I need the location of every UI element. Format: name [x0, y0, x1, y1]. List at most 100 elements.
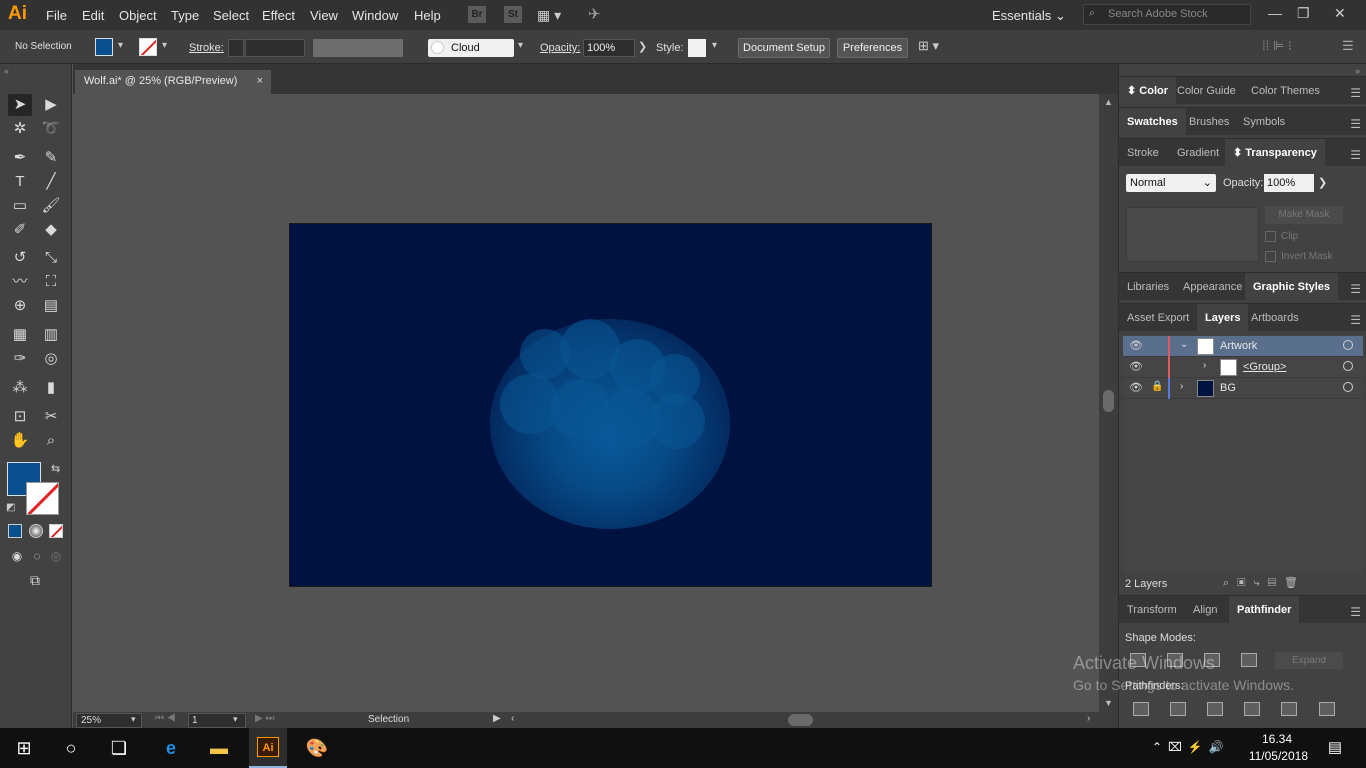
slice-tool-icon[interactable]: ✂ [39, 406, 63, 428]
task-view-icon[interactable]: ❏ [107, 736, 131, 760]
exclude-icon[interactable] [1241, 653, 1257, 667]
blend-mode-select[interactable]: Normal ⌄ [1126, 174, 1216, 192]
stroke-weight-field[interactable] [245, 39, 305, 57]
tab-swatches[interactable]: Swatches [1119, 108, 1186, 136]
chevron-down-icon[interactable]: ▾ [712, 40, 717, 51]
menu-select[interactable]: Select [213, 8, 249, 23]
free-transform-tool-icon[interactable]: ⛶ [39, 271, 63, 293]
menu-type[interactable]: Type [171, 8, 199, 23]
edge-browser-icon[interactable]: e [159, 736, 183, 760]
scroll-left-icon[interactable]: ‹ [511, 713, 514, 724]
panel-menu-icon[interactable]: ☰ [1350, 148, 1361, 162]
brush-definition[interactable]: Cloud [428, 39, 514, 57]
tab-gradient[interactable]: Gradient [1169, 139, 1227, 167]
stock-search-input[interactable]: Search Adobe Stock [1083, 4, 1251, 25]
curvature-tool-icon[interactable]: ✎ [39, 147, 63, 169]
default-colors-icon[interactable]: ◩ [6, 502, 15, 513]
chevron-right-icon[interactable]: › [1180, 381, 1183, 392]
document-setup-button[interactable]: Document Setup [738, 38, 830, 58]
opacity-field[interactable]: 100% [583, 39, 635, 57]
menu-object[interactable]: Object [119, 8, 157, 23]
minimize-icon[interactable]: — [1268, 5, 1282, 21]
transparency-opacity-field[interactable]: 100% [1264, 174, 1314, 192]
system-tray-icons[interactable]: ⌃⌧⚡🔊 [1152, 740, 1230, 754]
tab-asset-export[interactable]: Asset Export [1119, 304, 1197, 332]
status-menu-icon[interactable]: ▶ [493, 713, 501, 724]
align-icon[interactable]: ⁞⁞ ⊫ ⁝ [1262, 38, 1292, 54]
tab-graphic-styles[interactable]: Graphic Styles [1245, 273, 1339, 301]
chevron-down-icon[interactable]: ⌄ [1180, 339, 1188, 350]
windows-start-icon[interactable]: ⊞ [12, 736, 36, 760]
layer-name[interactable]: BG [1220, 382, 1236, 394]
scroll-down-icon[interactable]: ▼ [1104, 698, 1113, 708]
tab-align[interactable]: Align [1185, 596, 1225, 624]
selection-tool-icon[interactable]: ➤ [8, 94, 32, 116]
file-explorer-icon[interactable]: ▬ [207, 736, 231, 760]
gpu-performance-icon[interactable]: ✈ [588, 5, 601, 23]
layer-row-artwork[interactable]: 👁 ⌄ Artwork [1123, 336, 1363, 357]
expand-button[interactable]: Expand [1275, 652, 1343, 669]
draw-inside-icon[interactable]: ◎ [44, 545, 68, 567]
clip-checkbox[interactable] [1265, 231, 1276, 242]
target-circle-icon[interactable] [1343, 361, 1353, 371]
lock-icon[interactable]: 🔒 [1151, 381, 1163, 392]
scroll-right-icon[interactable]: › [1087, 713, 1090, 724]
tab-layers[interactable]: Layers [1197, 304, 1249, 332]
magic-wand-tool-icon[interactable]: ✲ [8, 118, 32, 140]
paint-app-icon[interactable]: 🎨 [305, 736, 329, 760]
invert-mask-checkbox[interactable] [1265, 251, 1276, 262]
panel-menu-icon[interactable]: ☰ [1350, 605, 1361, 619]
notifications-icon[interactable]: ▤ [1328, 738, 1342, 756]
canvas-area[interactable] [73, 94, 1099, 712]
gradient-mode-icon[interactable] [29, 524, 43, 538]
vertical-scroll-thumb[interactable] [1103, 390, 1114, 412]
menu-effect[interactable]: Effect [262, 8, 295, 23]
tab-transparency[interactable]: ⬍ Transparency [1225, 139, 1325, 167]
control-menu-icon[interactable]: ☰ [1342, 38, 1354, 54]
opacity-label[interactable]: Opacity: [540, 42, 580, 54]
scroll-up-icon[interactable]: ▲ [1104, 97, 1113, 107]
visibility-eye-icon[interactable]: 👁 [1129, 381, 1143, 394]
panel-menu-icon[interactable]: ☰ [1350, 313, 1361, 327]
swap-colors-icon[interactable]: ⇆ [51, 462, 60, 475]
panel-menu-icon[interactable]: ☰ [1350, 282, 1361, 296]
tab-stroke[interactable]: Stroke [1119, 139, 1167, 167]
stroke-color-swatch[interactable] [26, 482, 59, 515]
visibility-eye-icon[interactable]: 👁 [1129, 360, 1143, 373]
merge-icon[interactable] [1207, 702, 1223, 716]
collapse-icon[interactable]: « [4, 66, 9, 76]
zoom-tool-icon[interactable]: ⌕ [39, 430, 63, 452]
mesh-tool-icon[interactable]: ▦ [8, 324, 32, 346]
chevron-right-icon[interactable]: ❯ [638, 40, 647, 53]
menu-help[interactable]: Help [414, 8, 441, 23]
menu-edit[interactable]: Edit [82, 8, 104, 23]
restore-icon[interactable]: ❐ [1297, 5, 1310, 22]
type-tool-icon[interactable]: T [8, 171, 32, 193]
arrange-icon[interactable]: ⊞ ▾ [918, 38, 939, 54]
outline-icon[interactable] [1281, 702, 1297, 716]
menu-window[interactable]: Window [352, 8, 398, 23]
tab-artboards[interactable]: Artboards [1243, 304, 1307, 332]
chevron-down-icon[interactable]: ▾ [233, 714, 238, 725]
tab-color-guide[interactable]: Color Guide [1169, 77, 1244, 105]
visibility-eye-icon[interactable]: 👁 [1129, 339, 1143, 352]
expand-panels-icon[interactable]: » [1355, 66, 1360, 76]
rotate-tool-icon[interactable]: ↺ [8, 247, 32, 269]
pen-tool-icon[interactable]: ✒ [8, 147, 32, 169]
chevron-down-icon[interactable]: ▾ [518, 40, 523, 51]
stock-icon[interactable]: St [504, 6, 522, 23]
document-tab[interactable]: Wolf.ai* @ 25% (RGB/Preview) × [75, 70, 271, 94]
chevron-right-icon[interactable]: ❯ [1318, 176, 1327, 189]
variable-width-profile[interactable] [313, 39, 403, 57]
column-graph-tool-icon[interactable]: ▮ [39, 377, 63, 399]
tab-brushes[interactable]: Brushes [1181, 108, 1237, 136]
arrange-documents-icon[interactable]: ▦ ▾ [537, 7, 561, 24]
tab-color[interactable]: ⬍ Color [1119, 77, 1177, 105]
menu-view[interactable]: View [310, 8, 338, 23]
gradient-tool-icon[interactable]: ▥ [39, 324, 63, 346]
cloud-artwork[interactable] [490, 319, 730, 529]
artboard-tool-icon[interactable]: ⊡ [8, 406, 32, 428]
horizontal-scroll-thumb[interactable] [788, 714, 813, 726]
color-mode-icon[interactable] [8, 524, 22, 538]
lasso-tool-icon[interactable]: ➰ [39, 118, 63, 140]
